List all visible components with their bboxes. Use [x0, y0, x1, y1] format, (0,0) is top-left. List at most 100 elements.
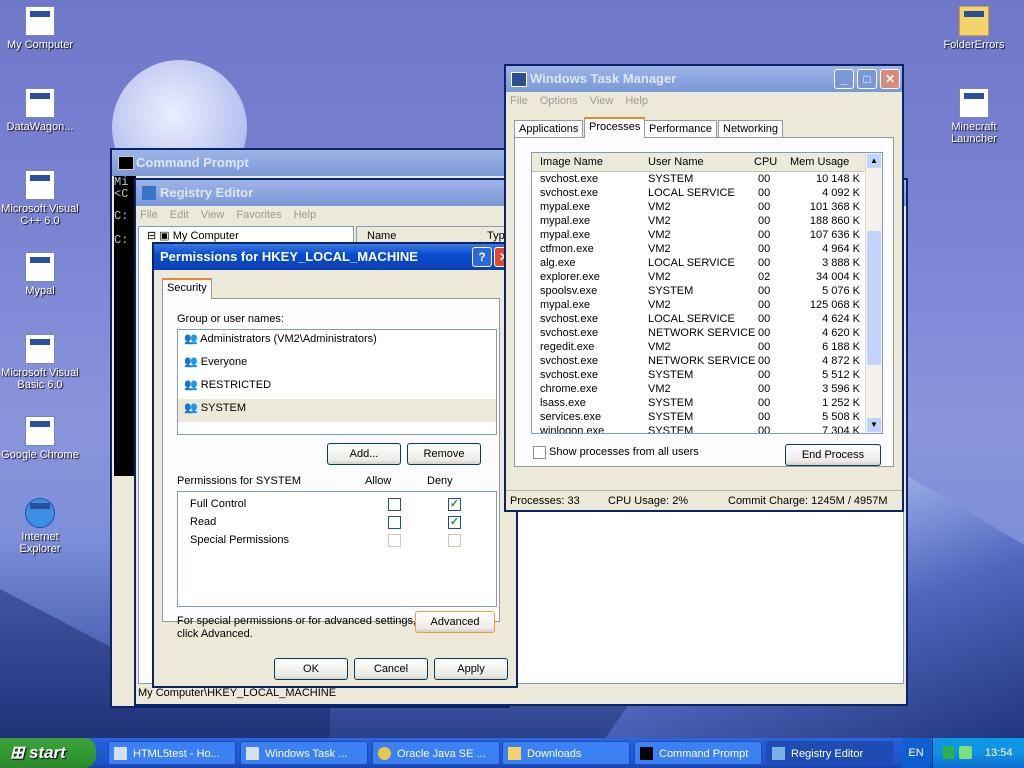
menu-help[interactable]: Help: [625, 95, 648, 107]
table-row[interactable]: winlogon.exe SYSTEM 00 7 304 K: [532, 424, 882, 433]
table-row[interactable]: services.exe SYSTEM 00 5 508 K: [532, 410, 882, 424]
tab-networking[interactable]: Networking: [718, 120, 784, 138]
taskmgr-titlebar[interactable]: Windows Task Manager _ □ ✕: [506, 66, 902, 92]
scroll-down-icon[interactable]: ▼: [867, 418, 881, 432]
desktop-icon-folder-errors[interactable]: FolderErrors: [934, 6, 1014, 51]
maximize-button[interactable]: □: [857, 69, 877, 89]
menu-file[interactable]: File: [140, 209, 158, 221]
scroll-up-icon[interactable]: ▲: [867, 154, 881, 168]
col-image-name[interactable]: Image Name: [540, 153, 603, 171]
cancel-button[interactable]: Cancel: [354, 658, 428, 680]
col-user-name[interactable]: User Name: [648, 153, 704, 171]
taskbar-item-oracle-java[interactable]: Oracle Java SE ...: [372, 741, 500, 765]
table-row[interactable]: regedit.exe VM2 00 6 188 K: [532, 340, 882, 354]
table-row[interactable]: mypal.exe VM2 00 188 860 K: [532, 214, 882, 228]
folder-icon: [959, 6, 989, 36]
desktop-icon-my-computer[interactable]: My Computer: [0, 6, 80, 51]
table-row[interactable]: svchost.exe LOCAL SERVICE 00 4 092 K: [532, 186, 882, 200]
collapse-icon[interactable]: ⊟: [147, 230, 156, 242]
table-cell: SYSTEM: [648, 285, 694, 297]
table-cell: 3 596 K: [822, 383, 860, 395]
allow-read-checkbox[interactable]: [388, 516, 401, 529]
table-row[interactable]: ctfmon.exe VM2 00 4 964 K: [532, 242, 882, 256]
table-row[interactable]: spoolsv.exe SYSTEM 00 5 076 K: [532, 284, 882, 298]
vertical-scrollbar[interactable]: ▲ ▼: [865, 153, 882, 433]
desktop-icon-minecraft[interactable]: Minecraft Launcher: [934, 88, 1014, 145]
remove-button[interactable]: Remove: [407, 443, 481, 465]
menu-options[interactable]: Options: [540, 95, 578, 107]
desktop-icon-visual-cpp[interactable]: Microsoft Visual C++ 6.0: [0, 170, 80, 227]
col-mem-usage[interactable]: Mem Usage: [790, 153, 849, 171]
process-table[interactable]: Image Name User Name CPU Mem Usage svcho…: [531, 152, 883, 434]
language-indicator[interactable]: EN: [902, 738, 930, 768]
show-all-users-checkbox[interactable]: [533, 446, 546, 459]
tab-performance[interactable]: Performance: [644, 120, 717, 138]
list-item[interactable]: 👥 Administrators (VM2\Administrators): [178, 330, 496, 353]
tray-network-icon[interactable]: [959, 746, 972, 759]
table-row[interactable]: svchost.exe LOCAL SERVICE 00 4 624 K: [532, 312, 882, 326]
table-row[interactable]: explorer.exe VM2 02 34 004 K: [532, 270, 882, 284]
start-button[interactable]: ⊞ start: [0, 738, 96, 768]
scroll-thumb[interactable]: [867, 231, 881, 365]
desktop-icon-google-chrome[interactable]: Google Chrome: [0, 416, 80, 461]
add-button[interactable]: Add...: [327, 443, 401, 465]
table-row[interactable]: mypal.exe VM2 00 101 368 K: [532, 200, 882, 214]
tab-applications[interactable]: Applications: [514, 120, 584, 138]
permissions-dialog[interactable]: Permissions for HKEY_LOCAL_MACHINE ? ✕ S…: [152, 242, 518, 688]
taskbar-item-task-manager[interactable]: Windows Task ...: [240, 741, 368, 765]
menu-favorites[interactable]: Favorites: [236, 209, 281, 221]
perm-special: Special Permissions: [190, 534, 290, 546]
users-icon: 👥: [184, 333, 198, 345]
desktop-icon-mypal[interactable]: Mypal: [0, 252, 80, 297]
deny-read-checkbox[interactable]: ✓: [448, 516, 461, 529]
table-cell: 4 964 K: [822, 243, 860, 255]
cmd-titlebar[interactable]: Command Prompt: [112, 150, 508, 176]
table-row[interactable]: mypal.exe VM2 00 107 636 K: [532, 228, 882, 242]
apply-button[interactable]: Apply: [434, 658, 508, 680]
ok-button[interactable]: OK: [274, 658, 348, 680]
tab-processes[interactable]: Processes: [584, 117, 646, 138]
close-button[interactable]: ✕: [880, 69, 900, 89]
table-row[interactable]: svchost.exe NETWORK SERVICE 00 4 872 K: [532, 354, 882, 368]
table-row[interactable]: alg.exe LOCAL SERVICE 00 3 888 K: [532, 256, 882, 270]
list-item[interactable]: 👥 RESTRICTED: [178, 376, 496, 399]
tray-battery-icon[interactable]: [943, 746, 954, 759]
taskbar-item-downloads[interactable]: Downloads: [502, 741, 630, 765]
table-row[interactable]: svchost.exe SYSTEM 00 5 512 K: [532, 368, 882, 382]
task-manager-window[interactable]: Windows Task Manager _ □ ✕ File Options Vi…: [504, 64, 904, 512]
end-process-button[interactable]: End Process: [785, 444, 881, 466]
menu-view[interactable]: View: [590, 95, 614, 107]
menu-file[interactable]: File: [510, 95, 528, 107]
menu-view[interactable]: View: [201, 209, 225, 221]
allow-full-control-checkbox[interactable]: [388, 498, 401, 511]
taskbar-item-command-prompt[interactable]: Command Prompt: [634, 741, 762, 765]
table-cell: LOCAL SERVICE: [648, 187, 735, 199]
help-button[interactable]: ?: [472, 247, 492, 267]
table-cell: NETWORK SERVICE: [648, 355, 756, 367]
table-row[interactable]: chrome.exe VM2 00 3 596 K: [532, 382, 882, 396]
cmd-console[interactable]: Mi <C C: C:: [114, 176, 136, 476]
system-tray: 13:54: [932, 738, 1024, 768]
col-cpu[interactable]: CPU: [754, 153, 777, 171]
list-item-selected[interactable]: 👥 SYSTEM: [178, 399, 496, 422]
taskbar-item-html5test[interactable]: HTML5test - Ho...: [108, 741, 236, 765]
table-row[interactable]: lsass.exe SYSTEM 00 1 252 K: [532, 396, 882, 410]
deny-full-control-checkbox[interactable]: ✓: [448, 498, 461, 511]
taskbar-item-registry-editor[interactable]: Registry Editor: [766, 741, 894, 765]
table-row[interactable]: svchost.exe NETWORK SERVICE 00 4 620 K: [532, 326, 882, 340]
table-row[interactable]: mypal.exe VM2 00 125 068 K: [532, 298, 882, 312]
permissions-titlebar[interactable]: Permissions for HKEY_LOCAL_MACHINE ? ✕: [154, 244, 516, 270]
table-cell: VM2: [648, 215, 671, 227]
desktop-icon-visual-basic[interactable]: Microsoft Visual Basic 6.0: [0, 334, 80, 391]
minimize-button[interactable]: _: [834, 69, 854, 89]
list-item[interactable]: 👥 Everyone: [178, 353, 496, 376]
clock[interactable]: 13:54: [985, 738, 1013, 768]
user-list[interactable]: 👥 Administrators (VM2\Administrators) 👥 …: [177, 329, 497, 435]
advanced-button[interactable]: Advanced: [415, 611, 495, 633]
tab-security[interactable]: Security: [162, 278, 212, 299]
desktop-icon-internet-explorer[interactable]: Internet Explorer: [0, 498, 80, 555]
menu-edit[interactable]: Edit: [170, 209, 189, 221]
table-row[interactable]: svchost.exe SYSTEM 00 10 148 K: [532, 172, 882, 186]
desktop-icon-datawagon[interactable]: DataWagon...: [0, 88, 80, 133]
menu-help[interactable]: Help: [294, 209, 317, 221]
